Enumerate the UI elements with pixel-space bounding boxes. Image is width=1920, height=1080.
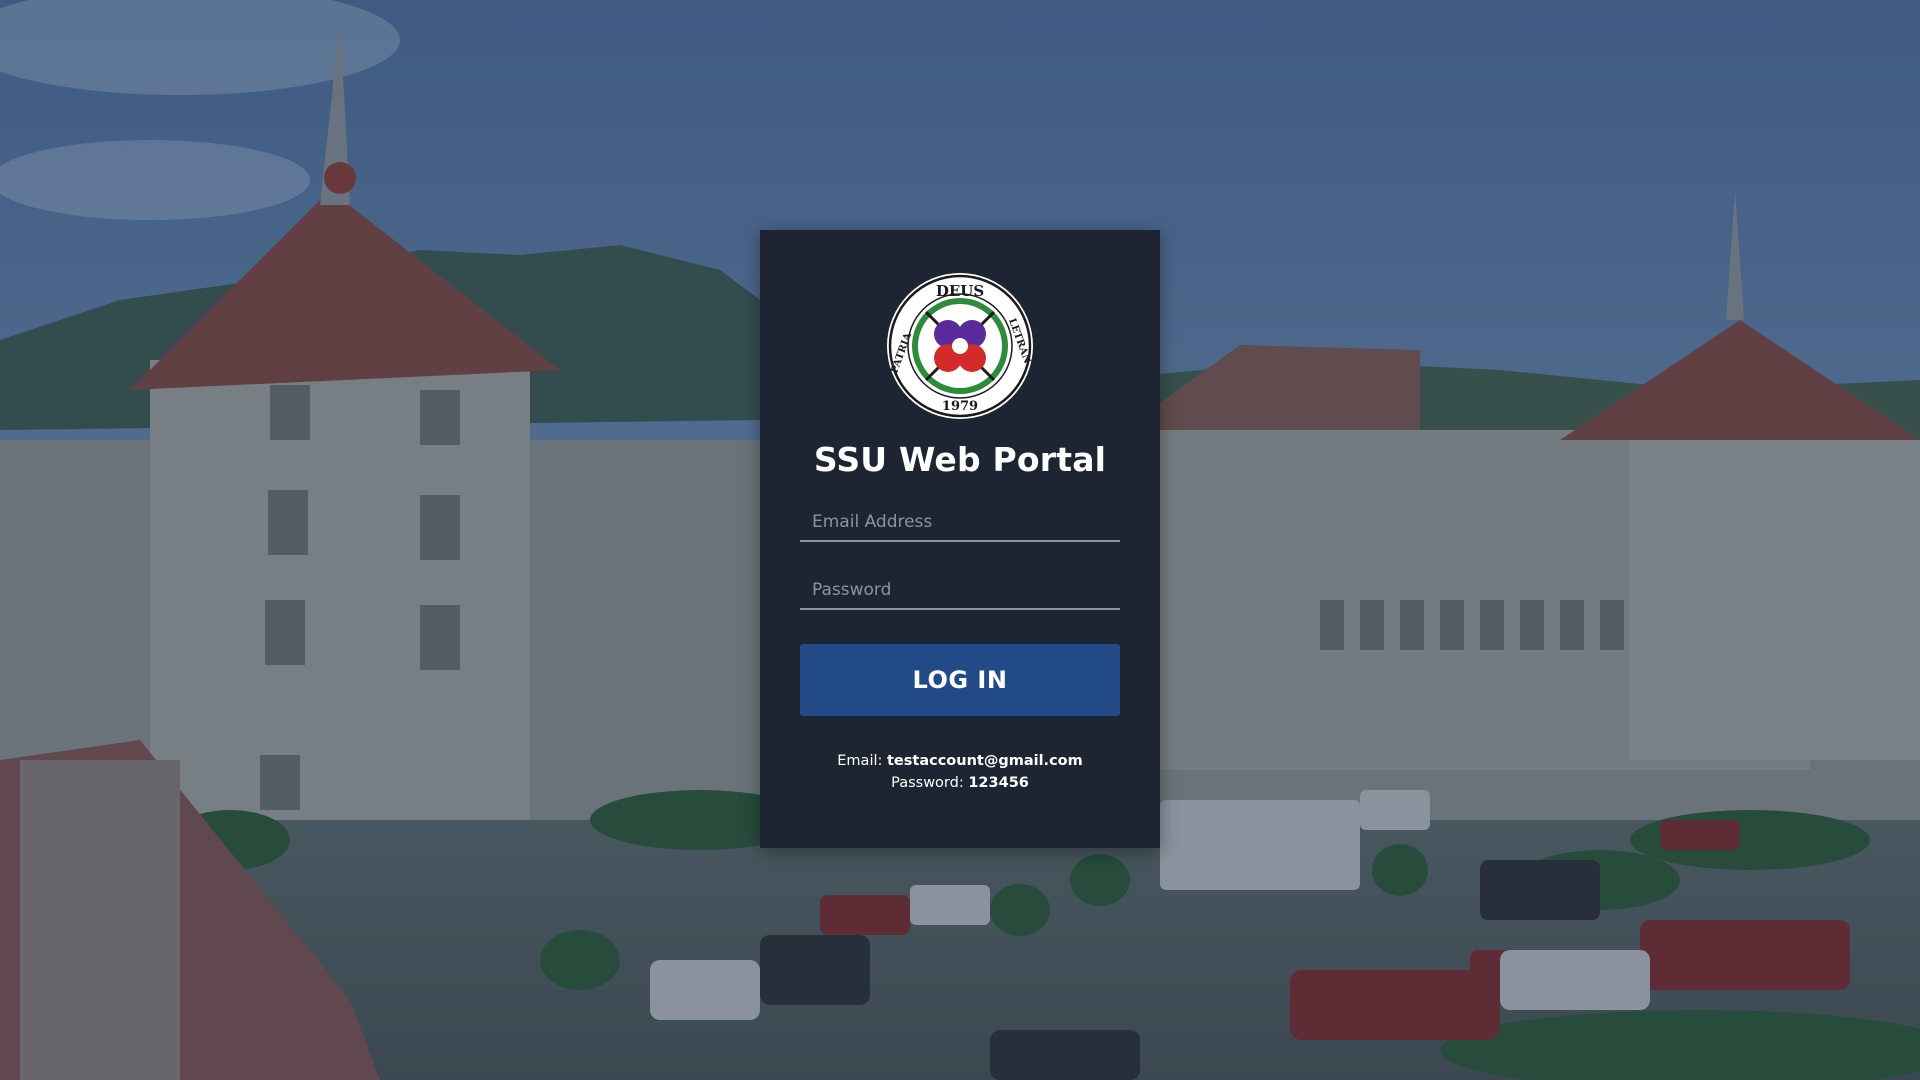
credential-password-value: 123456 xyxy=(968,775,1029,791)
credential-email-line: Email: testaccount@gmail.com xyxy=(760,750,1160,772)
email-field[interactable] xyxy=(800,504,1120,542)
credential-email-value: testaccount@gmail.com xyxy=(887,753,1083,769)
credential-email-label: Email: xyxy=(837,753,887,769)
login-card: DEUS PATRIA LETRAN 1979 SSU Web Portal L… xyxy=(760,230,1160,848)
page-title: SSU Web Portal xyxy=(813,440,1107,479)
university-seal-icon: DEUS PATRIA LETRAN 1979 xyxy=(887,273,1033,419)
password-field[interactable] xyxy=(800,572,1120,610)
seal-top-text: DEUS xyxy=(936,282,984,300)
login-button[interactable]: LOG IN xyxy=(800,644,1120,716)
seal-year-text: 1979 xyxy=(942,399,978,414)
credential-password-label: Password: xyxy=(891,775,969,791)
credential-password-line: Password: 123456 xyxy=(760,772,1160,794)
test-credentials: Email: testaccount@gmail.com Password: 1… xyxy=(760,750,1160,794)
